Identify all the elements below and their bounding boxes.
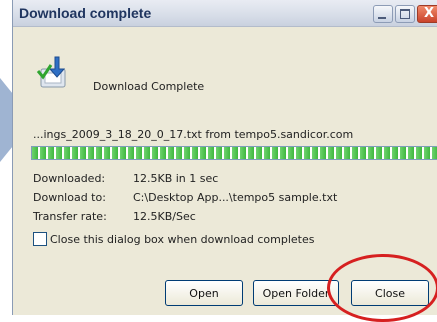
open-folder-button[interactable]: Open Folder bbox=[253, 280, 339, 306]
window-title: Download complete bbox=[19, 5, 152, 21]
title-bar[interactable]: Download complete X bbox=[13, 0, 437, 27]
open-button[interactable]: Open bbox=[165, 280, 243, 306]
minimize-icon[interactable] bbox=[373, 5, 393, 23]
progress-bar bbox=[31, 146, 437, 160]
download-complete-heading: Download Complete bbox=[93, 80, 205, 93]
close-when-done-label[interactable]: Close this dialog box when download comp… bbox=[50, 233, 314, 246]
downloaded-label: Downloaded: bbox=[33, 172, 106, 185]
transfer-rate-label: Transfer rate: bbox=[33, 210, 107, 223]
progress-fill bbox=[32, 147, 437, 159]
close-button[interactable]: Close bbox=[351, 280, 429, 306]
close-when-done-checkbox[interactable] bbox=[33, 232, 47, 246]
file-source-text: ...ings_2009_3_18_20_0_17.txt from tempo… bbox=[33, 128, 354, 141]
downloaded-value: 12.5KB in 1 sec bbox=[133, 172, 219, 185]
download-dialog: Download complete X Download Complete ..… bbox=[12, 0, 437, 315]
transfer-rate-value: 12.5KB/Sec bbox=[133, 210, 196, 223]
download-to-value: C:\Desktop App...\tempo5 sample.txt bbox=[133, 191, 338, 204]
download-complete-icon bbox=[36, 56, 66, 88]
close-icon[interactable]: X bbox=[417, 5, 437, 23]
maximize-icon[interactable] bbox=[395, 5, 415, 23]
download-to-label: Download to: bbox=[33, 191, 106, 204]
